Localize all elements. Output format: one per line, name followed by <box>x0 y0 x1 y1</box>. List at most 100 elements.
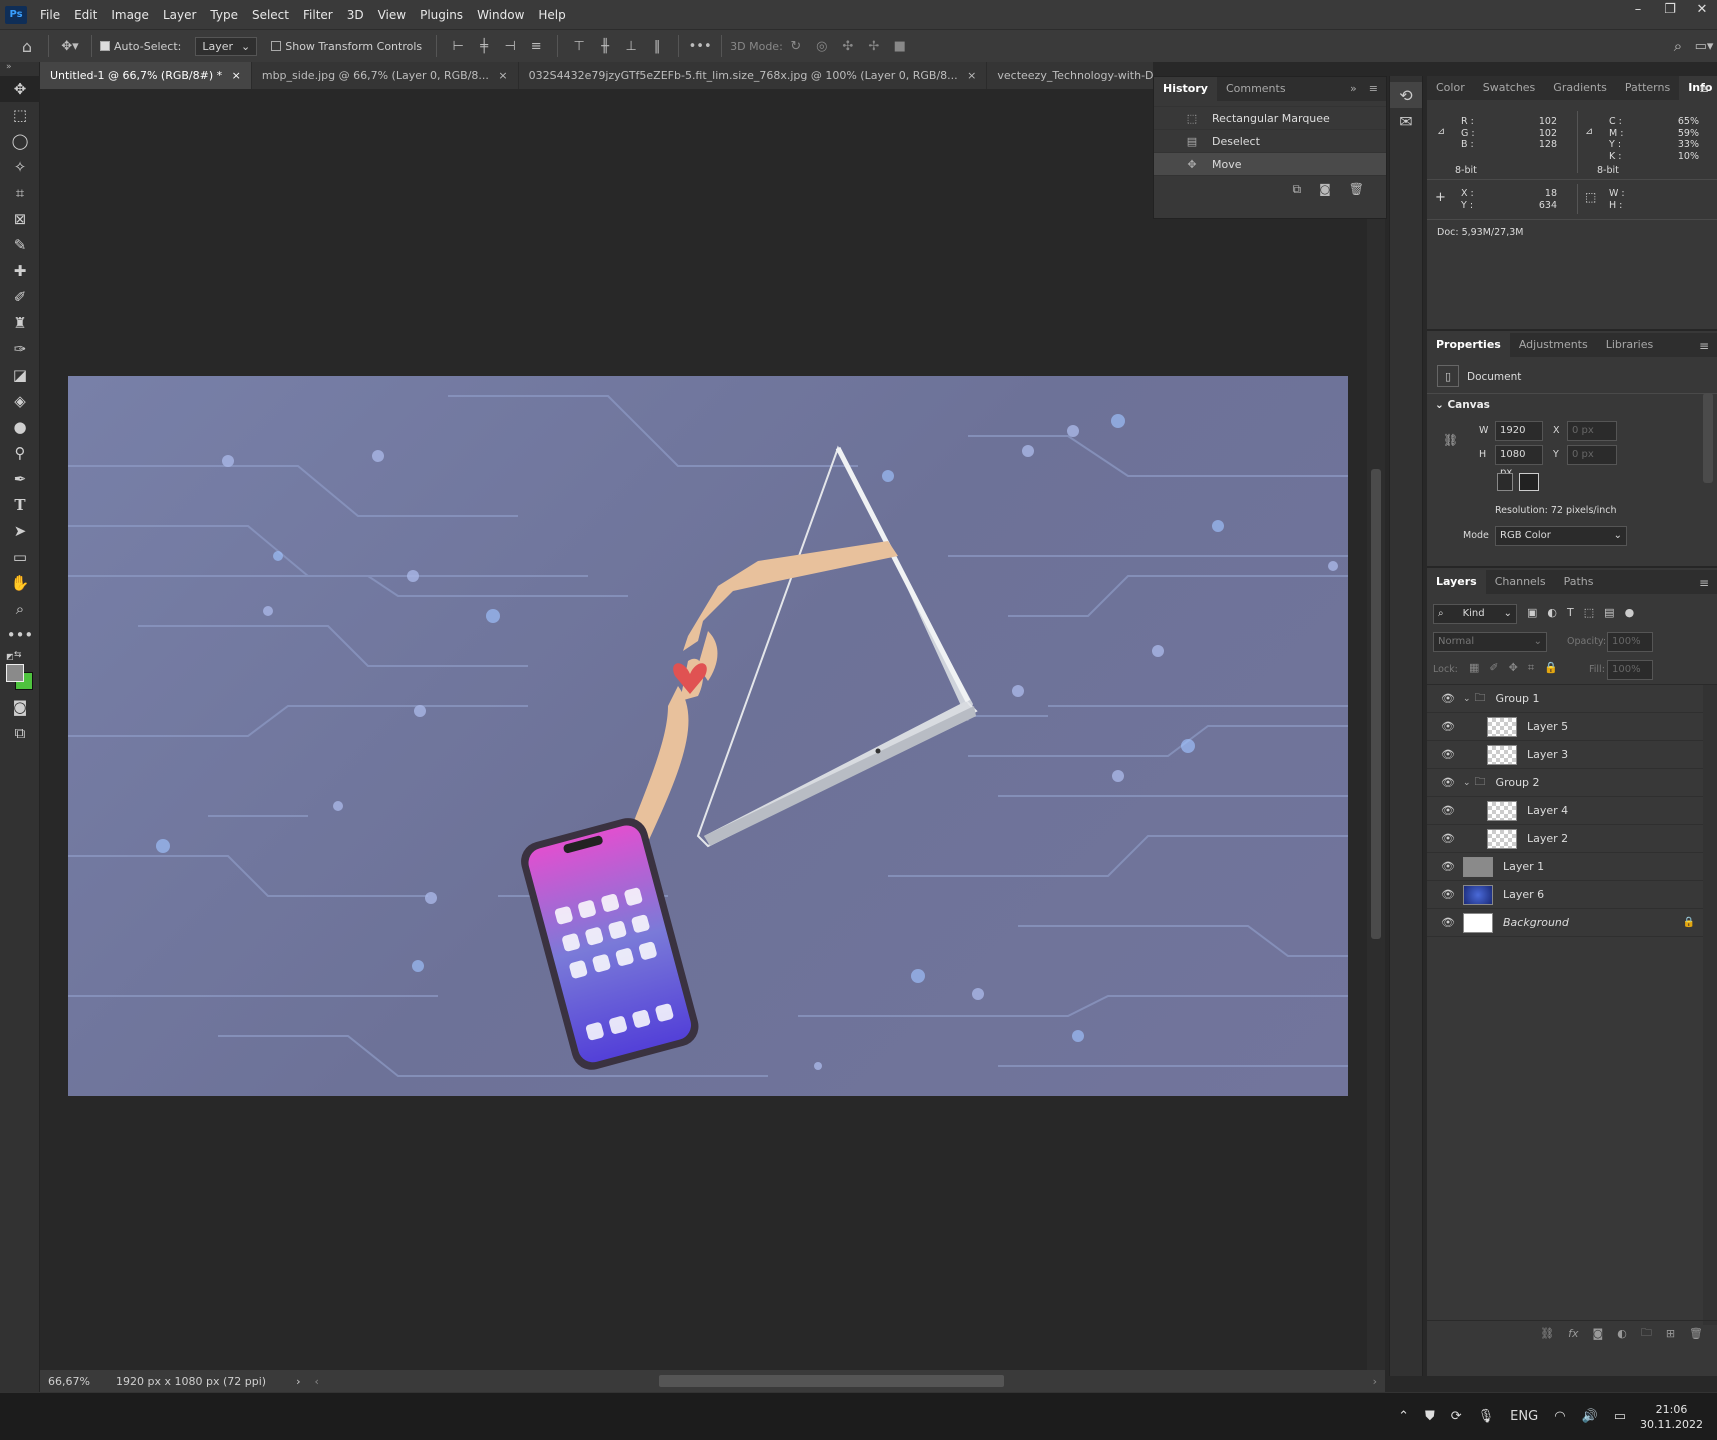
tab-adjustments[interactable]: Adjustments <box>1510 333 1597 357</box>
align-top-icon[interactable]: ⊤ <box>566 39 592 54</box>
auto-select-checkbox[interactable]: Auto-Select: <box>100 40 181 53</box>
link-dimensions-icon[interactable]: ⛓ <box>1443 433 1458 447</box>
canvas-x-field[interactable]: 0 px <box>1567 421 1617 441</box>
canvas-y-field[interactable]: 0 px <box>1567 445 1617 465</box>
eraser-tool-icon[interactable]: ◪ <box>0 362 40 388</box>
vertical-scrollbar[interactable] <box>1367 89 1385 1370</box>
checkbox-checked-icon[interactable] <box>100 41 110 51</box>
layer-row-layer-3[interactable]: 👁 Layer 3 <box>1427 741 1703 769</box>
panel-menu-icon[interactable]: ≡ <box>1699 82 1709 96</box>
workspace-icon[interactable]: ▭▾ <box>1691 39 1717 54</box>
canvas-width-field[interactable]: 1920 px <box>1495 421 1543 454</box>
scroll-left-icon[interactable]: ‹ <box>314 1375 318 1388</box>
layer-row-layer-6[interactable]: 👁 Layer 6 <box>1427 881 1703 909</box>
hand-tool-icon[interactable]: ✋ <box>0 570 40 596</box>
layer-row-layer-2[interactable]: 👁 Layer 2 <box>1427 825 1703 853</box>
menu-window[interactable]: Window <box>470 8 531 22</box>
snapshot-camera-icon[interactable]: ◙ <box>1319 182 1331 196</box>
brush-tool-icon[interactable]: ✐ <box>0 284 40 310</box>
panel-menu-icon[interactable]: ≡ <box>1699 339 1709 353</box>
lock-icon[interactable]: 🔒 <box>1683 917 1695 928</box>
new-document-from-state-icon[interactable]: ⧉ <box>1293 182 1302 197</box>
zoom-tool-icon[interactable]: ⌕ <box>0 596 40 622</box>
align-middle-icon[interactable]: ╫ <box>592 39 618 54</box>
eyedropper-tool-icon[interactable]: ✎ <box>0 232 40 258</box>
comments-panel-icon[interactable]: ✉ <box>1390 108 1422 134</box>
eye-icon[interactable]: 👁 <box>1441 888 1455 901</box>
canvas-section[interactable]: ⌄ Canvas <box>1435 399 1490 411</box>
clone-stamp-tool-icon[interactable]: ♜ <box>0 310 40 336</box>
eye-icon[interactable]: 👁 <box>1441 832 1455 845</box>
minimize-button[interactable]: – <box>1623 0 1653 22</box>
lock-all-icon[interactable]: 🔒 <box>1544 661 1558 675</box>
menu-layer[interactable]: Layer <box>156 8 203 22</box>
menu-3d[interactable]: 3D <box>340 8 371 22</box>
tab-libraries[interactable]: Libraries <box>1597 333 1663 357</box>
add-mask-icon[interactable]: ◙ <box>1593 1327 1604 1340</box>
scroll-right-icon[interactable]: › <box>1373 1375 1377 1388</box>
screen-mode-icon[interactable]: ⧉ <box>0 720 40 746</box>
history-item[interactable]: ▤ Deselect <box>1154 130 1386 153</box>
history-item[interactable]: ✥ Move <box>1154 153 1386 176</box>
dodge-tool-icon[interactable]: ⚲ <box>0 440 40 466</box>
close-button[interactable]: ✕ <box>1687 0 1717 22</box>
healing-brush-tool-icon[interactable]: ✚ <box>0 258 40 284</box>
3d-slide-icon[interactable]: ✢ <box>861 39 887 54</box>
more-options-icon[interactable]: ••• <box>687 39 713 54</box>
pen-tool-icon[interactable]: ✒ <box>0 466 40 492</box>
frame-tool-icon[interactable]: ⊠ <box>0 206 40 232</box>
move-tool-preset-icon[interactable]: ✥▾ <box>57 39 83 54</box>
eye-icon[interactable]: 👁 <box>1441 776 1455 789</box>
chevron-down-icon[interactable]: ⌄ <box>1463 694 1471 704</box>
maximize-button[interactable]: ❐ <box>1655 0 1685 22</box>
lock-position-icon[interactable]: ✥ <box>1509 661 1518 675</box>
expand-panel-icon[interactable]: » <box>1346 77 1361 101</box>
microphone-icon[interactable]: 🎙 <box>1478 1409 1495 1424</box>
close-tab-icon[interactable]: × <box>232 69 241 82</box>
menu-select[interactable]: Select <box>245 8 296 22</box>
tab-gradients[interactable]: Gradients <box>1544 76 1616 100</box>
adjustment-layer-icon[interactable]: ◐ <box>1617 1327 1627 1340</box>
trash-icon[interactable]: 🗑 <box>1349 182 1364 196</box>
properties-scrollbar[interactable] <box>1703 393 1713 483</box>
type-tool-icon[interactable]: T <box>0 492 40 518</box>
blur-tool-icon[interactable]: ● <box>0 414 40 440</box>
menu-type[interactable]: Type <box>203 8 245 22</box>
blend-mode-dropdown[interactable]: Normal ⌄ <box>1433 632 1547 652</box>
type-filter-icon[interactable]: T <box>1567 606 1574 619</box>
foreground-color-swatch[interactable] <box>6 664 24 682</box>
filter-toggle-icon[interactable]: ● <box>1625 606 1635 619</box>
history-item[interactable]: ⬚ Rectangular Marquee <box>1154 107 1386 130</box>
sync-icon[interactable]: ⟳ <box>1451 1409 1462 1424</box>
show-transform-checkbox[interactable]: Show Transform Controls <box>271 40 422 53</box>
swap-colors-icon[interactable]: ⇆ <box>14 650 22 660</box>
lasso-tool-icon[interactable]: ◯ <box>0 128 40 154</box>
clock[interactable]: 21:06 30.11.2022 <box>1640 1402 1703 1432</box>
fill-field[interactable]: 100% <box>1607 660 1653 680</box>
layer-row-group-2[interactable]: 👁 ⌄ 🗀 Group 2 <box>1427 769 1703 797</box>
3d-pan-icon[interactable]: ✣ <box>835 39 861 54</box>
history-brush-tool-icon[interactable]: ✑ <box>0 336 40 362</box>
align-left-icon[interactable]: ⊢ <box>445 39 471 54</box>
menu-view[interactable]: View <box>371 8 413 22</box>
tab-channels[interactable]: Channels <box>1486 570 1555 594</box>
tab-patterns[interactable]: Patterns <box>1616 76 1679 100</box>
eye-icon[interactable]: 👁 <box>1441 692 1455 705</box>
lock-transparent-icon[interactable]: ▦ <box>1469 661 1479 675</box>
smart-object-filter-icon[interactable]: ▤ <box>1604 606 1614 619</box>
crop-tool-icon[interactable]: ⌗ <box>0 180 40 206</box>
rect-marquee-tool-icon[interactable]: ⬚ <box>0 102 40 128</box>
auto-select-dropdown[interactable]: Layer ⌄ <box>195 36 258 56</box>
lock-image-icon[interactable]: ✐ <box>1489 661 1498 675</box>
tab-properties[interactable]: Properties <box>1427 333 1510 357</box>
link-layers-icon[interactable]: ⛓ <box>1540 1327 1554 1340</box>
menu-filter[interactable]: Filter <box>296 8 340 22</box>
checkbox-unchecked-icon[interactable] <box>271 41 282 51</box>
rectangle-tool-icon[interactable]: ▭ <box>0 544 40 570</box>
mode-dropdown[interactable]: RGB Color ⌄ <box>1495 526 1627 546</box>
canvas-area[interactable] <box>40 89 1367 1370</box>
tab-color[interactable]: Color <box>1427 76 1474 100</box>
align-center-icon[interactable]: ╪ <box>471 39 497 54</box>
panel-menu-icon[interactable]: ≡ <box>1699 576 1709 590</box>
zoom-level[interactable]: 66,67% <box>48 1375 108 1388</box>
